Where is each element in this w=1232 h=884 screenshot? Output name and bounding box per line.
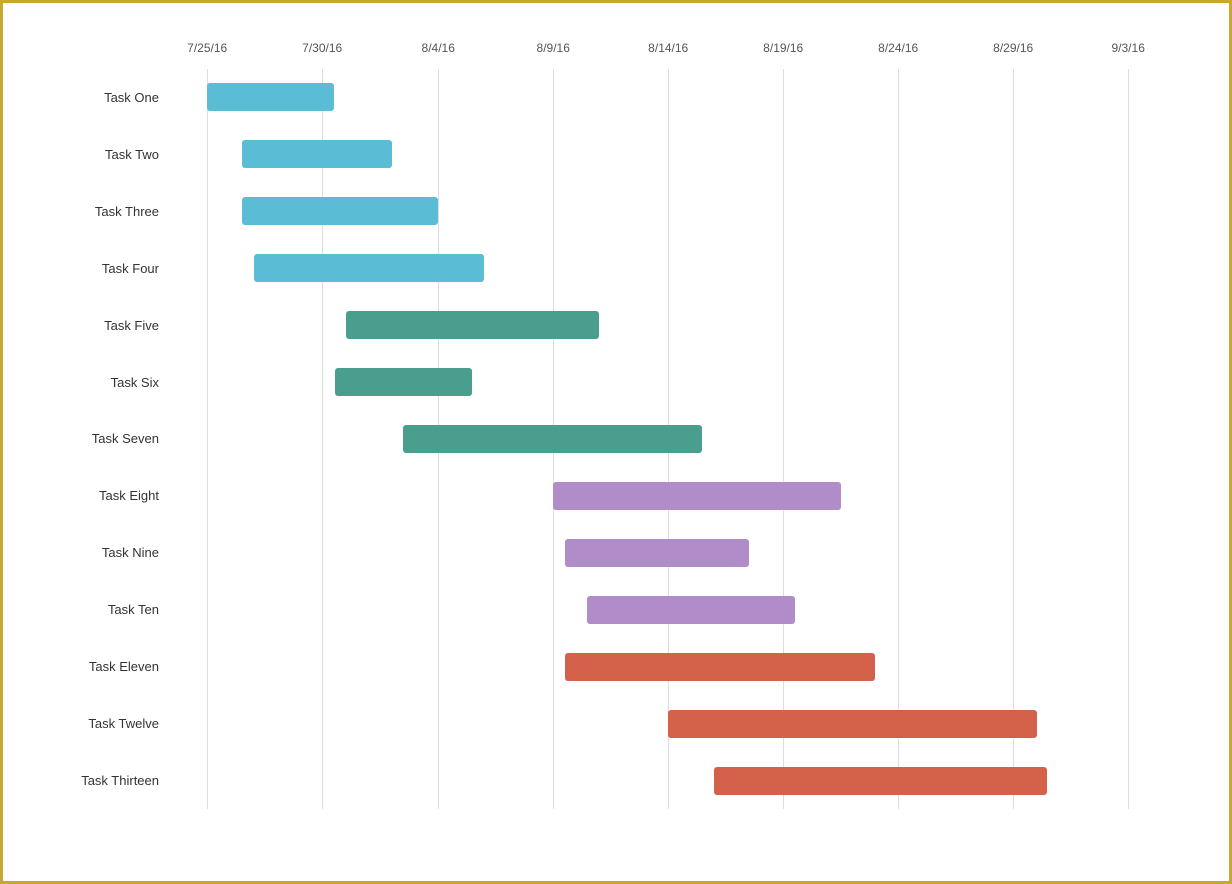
task-row: Task Seven — [13, 411, 1209, 468]
task-bar-area — [173, 581, 1209, 638]
task-bar-area — [173, 524, 1209, 581]
date-header-row: 7/25/16 7/30/16 8/4/16 8/9/16 8/14/16 8/19/16… — [173, 41, 1209, 63]
task-bar-area — [173, 297, 1209, 354]
task-bar — [254, 254, 484, 282]
task-row: Task Thirteen — [13, 752, 1209, 809]
task-bar-area — [173, 752, 1209, 809]
task-row: Task Two — [13, 126, 1209, 183]
task-row: Task Three — [13, 183, 1209, 240]
task-bar-area — [173, 411, 1209, 468]
task-bar-area — [173, 467, 1209, 524]
task-bar — [668, 710, 1037, 738]
task-label: Task Two — [13, 147, 173, 162]
task-rows-container: Task One Task Two Task Three Task Four Task … — [13, 69, 1209, 809]
task-bar-area — [173, 354, 1209, 411]
task-label: Task Five — [13, 318, 173, 333]
task-row: Task Nine — [13, 524, 1209, 581]
task-row: Task One — [13, 69, 1209, 126]
gantt-wrapper: 7/25/16 7/30/16 8/4/16 8/9/16 8/14/16 8/19/16… — [13, 41, 1209, 809]
task-label: Task Ten — [13, 602, 173, 617]
task-label: Task Six — [13, 375, 173, 390]
task-label: Task Three — [13, 204, 173, 219]
task-bar-area — [173, 695, 1209, 752]
task-row: Task Twelve — [13, 695, 1209, 752]
task-label: Task Eleven — [13, 659, 173, 674]
task-bar-area — [173, 240, 1209, 297]
task-row: Task Five — [13, 297, 1209, 354]
task-bar — [565, 653, 876, 681]
chart-container: 7/25/16 7/30/16 8/4/16 8/9/16 8/14/16 8/19/16… — [3, 3, 1229, 881]
task-row: Task Eight — [13, 467, 1209, 524]
date-label: 7/30/16 — [302, 41, 342, 55]
task-bar-area — [173, 183, 1209, 240]
task-label: Task Twelve — [13, 716, 173, 731]
date-label: 8/14/16 — [648, 41, 688, 55]
task-label: Task Four — [13, 261, 173, 276]
task-bar — [587, 596, 794, 624]
date-label: 8/9/16 — [537, 41, 570, 55]
task-bar — [207, 83, 333, 111]
task-bar-area — [173, 638, 1209, 695]
task-label: Task Thirteen — [13, 773, 173, 788]
task-bar — [403, 425, 702, 453]
task-bar — [565, 539, 749, 567]
task-bar-area — [173, 126, 1209, 183]
date-label: 7/25/16 — [187, 41, 227, 55]
task-row: Task Six — [13, 354, 1209, 411]
task-bar — [714, 767, 1048, 795]
task-label: Task Seven — [13, 431, 173, 446]
task-bar — [553, 482, 841, 510]
task-label: Task One — [13, 90, 173, 105]
date-label: 8/4/16 — [422, 41, 455, 55]
date-label: 8/19/16 — [763, 41, 803, 55]
task-bar — [335, 368, 473, 396]
task-bar — [242, 140, 391, 168]
date-label: 8/29/16 — [993, 41, 1033, 55]
task-label: Task Nine — [13, 545, 173, 560]
task-bar-area — [173, 69, 1209, 126]
date-label: 9/3/16 — [1112, 41, 1145, 55]
task-bar — [242, 197, 438, 225]
task-row: Task Eleven — [13, 638, 1209, 695]
task-label: Task Eight — [13, 488, 173, 503]
rows-area: Task One Task Two Task Three Task Four Task … — [13, 69, 1209, 809]
task-bar — [346, 311, 599, 339]
date-label: 8/24/16 — [878, 41, 918, 55]
task-row: Task Four — [13, 240, 1209, 297]
task-row: Task Ten — [13, 581, 1209, 638]
